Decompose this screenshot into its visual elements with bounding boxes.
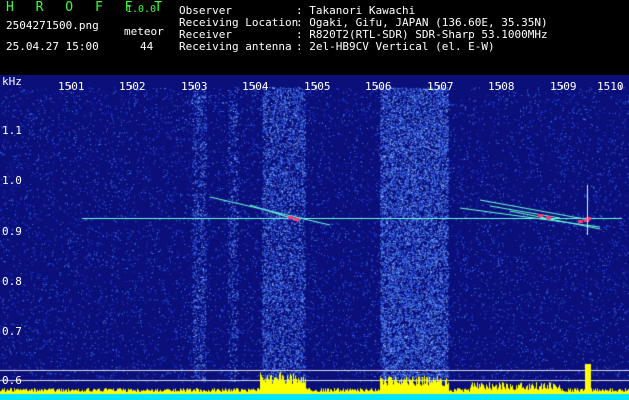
app-version: 1.0.0 [126,4,157,15]
y-tick-1-0: 1.0 [2,174,22,187]
header-panel: H R O F F T 1.0.0 2504271500.png meteor … [0,0,629,75]
meteor-count: 44 [140,40,154,53]
x-tick-1506: 1506 [365,80,392,93]
x-tick-1504: 1504 [242,80,269,93]
meteor-label: meteor [124,25,164,38]
spectrogram-canvas [0,75,629,400]
x-tick-1507: 1507 [427,80,454,93]
y-unit-label: kHz [2,75,22,88]
antenna-label: Receiving antenna [179,40,292,53]
x-tick-1503: 1503 [181,80,208,93]
observation-datetime: 25.04.27 15:00 [6,40,99,53]
antenna-value: : 2el-HB9CV Vertical (el. E-W) [296,40,495,53]
file-name: 2504271500.png [6,19,99,32]
x-tick-1501: 1501 [58,80,85,93]
y-tick-0-9: 0.9 [2,225,22,238]
x-tick-1510: 1510 [597,80,624,93]
x-tick-1509: 1509 [550,80,577,93]
hrofft-window: H R O F F T 1.0.0 2504271500.png meteor … [0,0,629,400]
y-tick-0-6: 0.6 [2,374,22,387]
x-tick-1508: 1508 [488,80,515,93]
y-tick-0-8: 0.8 [2,275,22,288]
y-tick-1-1: 1.1 [2,124,22,137]
x-tick-1505: 1505 [304,80,331,93]
y-tick-0-7: 0.7 [2,325,22,338]
x-tick-1502: 1502 [119,80,146,93]
